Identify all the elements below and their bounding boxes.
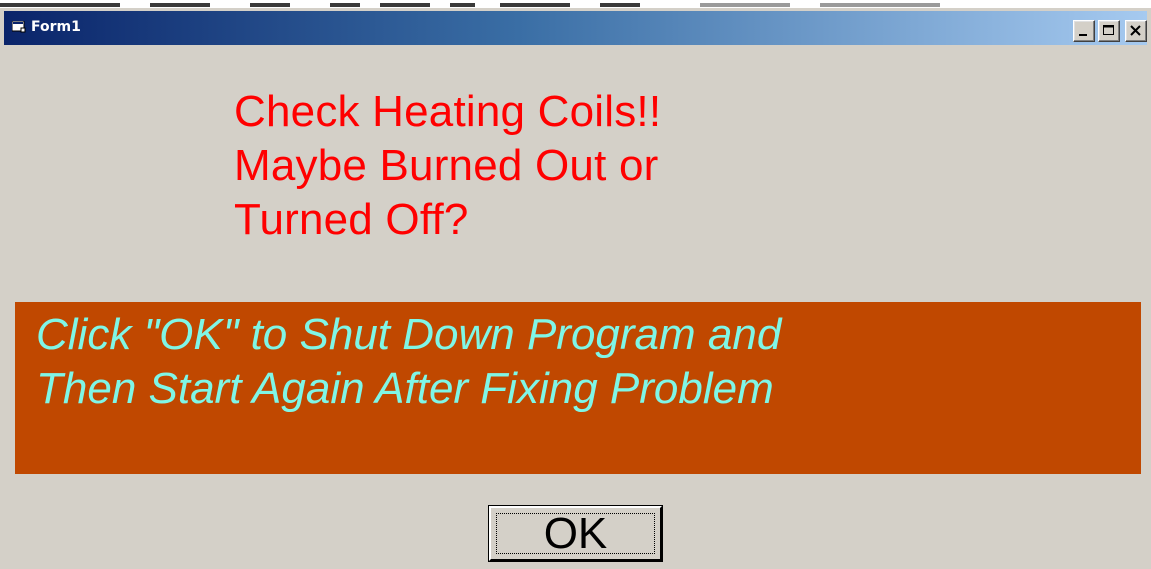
form-window: Form1 Check Heating Coils!! Maybe Burned… <box>0 8 1151 569</box>
instruction-line: Click "OK" to Shut Down Program and <box>36 310 782 359</box>
warning-line: Turned Off? <box>234 195 469 244</box>
ok-button[interactable]: OK <box>488 505 663 562</box>
form-icon <box>12 21 26 33</box>
title-bar[interactable]: Form1 <box>4 11 1147 45</box>
minimize-button[interactable] <box>1073 20 1095 42</box>
minimize-icon <box>1079 34 1087 36</box>
window-title: Form1 <box>31 19 81 35</box>
ok-button-label: OK <box>543 508 608 558</box>
warning-line: Check Heating Coils!! <box>234 87 662 136</box>
instruction-text: Click "OK" to Shut Down Program and Then… <box>36 308 781 416</box>
maximize-icon <box>1103 25 1114 35</box>
close-icon <box>1130 25 1141 36</box>
focus-rectangle: OK <box>496 508 655 558</box>
instruction-banner: Click "OK" to Shut Down Program and Then… <box>15 302 1141 474</box>
warning-message: Check Heating Coils!! Maybe Burned Out o… <box>234 85 661 247</box>
instruction-line: Then Start Again After Fixing Problem <box>36 364 774 413</box>
background-window-strip <box>0 0 1151 8</box>
maximize-button[interactable] <box>1098 20 1120 42</box>
warning-line: Maybe Burned Out or <box>234 141 659 190</box>
close-button[interactable] <box>1125 20 1147 42</box>
